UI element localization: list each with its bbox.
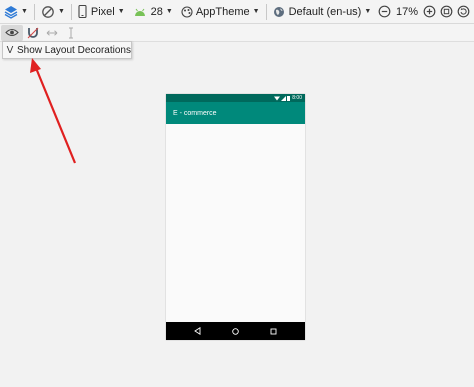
api-level-label: 28 [150,5,163,18]
horizontal-resize-button[interactable] [43,25,61,41]
wifi-icon [274,96,281,101]
arrow-vertical-icon [67,27,75,39]
refresh-button[interactable] [455,0,474,23]
battery-icon [287,95,291,101]
chevron-down-icon: ▼ [57,8,65,15]
design-surface-button[interactable]: ▼ [0,0,32,23]
zoom-fit-icon [440,5,453,18]
zoom-in-button[interactable] [421,0,438,23]
toolbar-divider [265,3,267,20]
recents-icon[interactable] [269,326,279,336]
layers-icon [4,5,18,19]
zoom-level: 17% [395,5,418,18]
locale-selector[interactable]: Default (en-us) ▼ [269,0,376,23]
top-toolbar: ▼ ▼ Pixel ▼ 28 ▼ AppTheme ▼ Default (en-… [0,0,474,24]
home-icon[interactable] [230,326,240,336]
rotate-icon [41,5,55,19]
theme-icon [181,5,193,18]
status-time: 8:00 [292,95,302,101]
check-icon: V [6,44,14,56]
secondary-toolbar [0,24,474,42]
zoom-to-fit-button[interactable] [438,0,455,23]
back-icon[interactable] [192,326,202,336]
theme-label: AppTheme [195,5,250,18]
toolbar-divider [70,3,72,20]
device-preview: 8:00 E - commerce [166,94,305,340]
refresh-icon [457,5,470,18]
app-title: E - commerce [173,109,217,117]
chevron-down-icon: ▼ [165,8,173,15]
zoom-out-icon [378,5,391,18]
zoom-out-button[interactable] [376,0,393,23]
magnet-icon [27,27,39,39]
theme-selector[interactable]: AppTheme ▼ [177,0,264,23]
chevron-down-icon: ▼ [21,8,28,15]
app-bar: E - commerce [166,102,305,124]
magnet-button[interactable] [24,25,42,41]
arrow-horizontal-icon [46,28,58,38]
chevron-down-icon: ▼ [117,8,125,15]
device-selector[interactable]: Pixel ▼ [74,0,129,23]
globe-icon [273,6,285,18]
menu-item-label: Show Layout Decorations [17,44,131,56]
api-level-selector[interactable]: 28 ▼ [129,0,177,23]
chevron-down-icon: ▼ [252,8,260,15]
toolbar-divider [33,3,35,20]
zoom-in-icon [423,5,436,18]
view-options-button[interactable] [1,24,23,41]
android-icon [133,7,147,17]
chevron-down-icon: ▼ [364,8,372,15]
locale-label: Default (en-us) [288,5,362,18]
eye-icon [5,28,19,37]
show-layout-decorations-menu-item[interactable]: V Show Layout Decorations [2,41,132,59]
signal-icon [281,95,287,101]
orientation-button[interactable]: ▼ [37,0,69,23]
phone-icon [78,5,87,18]
app-content [166,124,305,322]
status-bar: 8:00 [166,94,305,102]
device-label: Pixel [90,5,115,18]
vertical-resize-button[interactable] [62,25,80,41]
navigation-bar [166,322,305,340]
